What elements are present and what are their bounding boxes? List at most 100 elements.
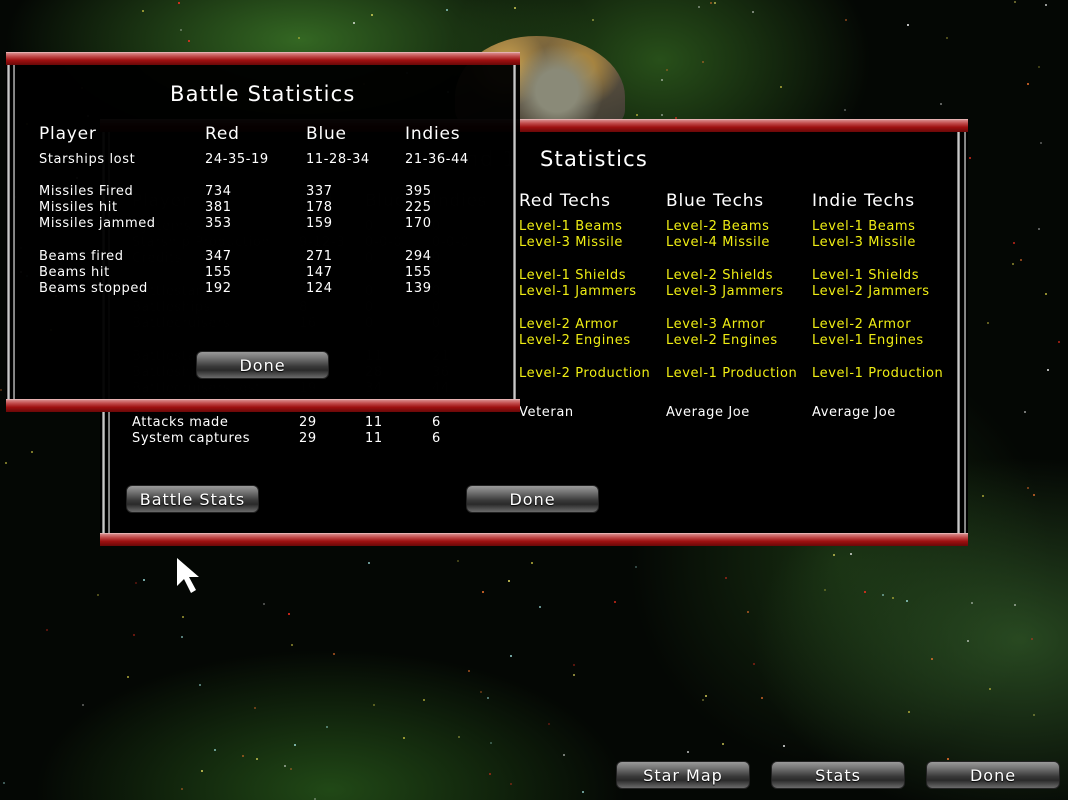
- header-indies: Indies: [405, 124, 461, 144]
- blue-tech-item: Level-3 Jammers: [666, 284, 784, 299]
- star: [908, 711, 910, 713]
- star: [702, 61, 704, 63]
- star: [181, 788, 183, 790]
- star: [508, 580, 510, 582]
- star: [710, 2, 712, 4]
- header-player: Player: [39, 124, 97, 144]
- star: [490, 742, 492, 744]
- star: [1031, 638, 1033, 640]
- star: [178, 2, 180, 4]
- star: [725, 577, 727, 579]
- star: [780, 86, 782, 88]
- star: [752, 11, 754, 13]
- star: [982, 495, 984, 497]
- battle-stat-value: 124: [306, 281, 333, 296]
- stat-value: 11: [365, 431, 383, 446]
- star: [573, 674, 575, 676]
- battle-stat-label: Missiles jammed: [39, 216, 156, 231]
- star: [254, 707, 256, 709]
- star: [487, 697, 489, 699]
- star: [573, 664, 575, 666]
- star: [46, 629, 48, 631]
- star: [353, 22, 355, 24]
- star: [989, 688, 991, 690]
- star: [468, 670, 470, 672]
- star: [242, 755, 244, 757]
- battle-stat-value: 192: [205, 281, 232, 296]
- star: [446, 9, 448, 11]
- battle-stat-label: Beams stopped: [39, 281, 148, 296]
- star: [1033, 494, 1035, 496]
- battle-stat-value: 21-36-44: [405, 152, 469, 167]
- indie-tech-item: Level-2 Jammers: [812, 284, 930, 299]
- star: [201, 770, 203, 772]
- star: [714, 2, 716, 4]
- star: [3, 782, 5, 784]
- star: [263, 603, 265, 605]
- red-tech-item: Level-2 Armor: [519, 317, 619, 332]
- star: [368, 562, 370, 564]
- indie-tech-item: Level-3 Missile: [812, 235, 917, 250]
- stats-button[interactable]: Stats: [771, 761, 905, 789]
- star: [636, 114, 638, 116]
- star: [1013, 242, 1015, 244]
- star: [294, 744, 296, 746]
- battle-stat-value: 170: [405, 216, 432, 231]
- panel-left-edge-inner: [13, 65, 15, 399]
- battle-stat-label: Missiles Fired: [39, 184, 134, 199]
- red-tech-item: Level-2 Engines: [519, 333, 631, 348]
- star: [563, 754, 565, 756]
- battle-stat-label: Beams fired: [39, 249, 124, 264]
- star: [1014, 1, 1016, 3]
- star: [702, 699, 704, 701]
- stat-label-attacks-made: Attacks made: [132, 415, 229, 430]
- battle-title: Battle Statistics: [170, 82, 356, 106]
- red-tech-item: Level-1 Beams: [519, 219, 623, 234]
- stat-value: 29: [299, 415, 317, 430]
- star: [0, 389, 2, 391]
- star-map-button[interactable]: Star Map: [616, 761, 750, 789]
- star: [510, 655, 512, 657]
- blue-tech-item: Level-4 Missile: [666, 235, 771, 250]
- star: [288, 613, 290, 615]
- star: [482, 591, 484, 593]
- blue-tech-item: Level-2 Shields: [666, 268, 774, 283]
- star: [548, 723, 550, 725]
- red-tech-item: Level-3 Missile: [519, 235, 624, 250]
- star: [940, 103, 942, 105]
- star: [783, 745, 785, 747]
- stat-value: 6: [432, 431, 441, 446]
- star: [180, 29, 182, 31]
- stat-value: 6: [432, 415, 441, 430]
- star: [824, 589, 826, 591]
- star: [133, 634, 135, 636]
- stat-value: 11: [365, 415, 383, 430]
- indie-tech-item: Level-2 Armor: [812, 317, 912, 332]
- star: [371, 14, 373, 16]
- red-rank: Veteran: [519, 405, 574, 420]
- star: [635, 566, 637, 568]
- star: [845, 19, 847, 21]
- star: [1020, 259, 1022, 261]
- done-button[interactable]: Done: [926, 761, 1060, 789]
- star: [510, 783, 512, 785]
- star: [5, 462, 7, 464]
- star: [135, 582, 137, 584]
- red-tech-item: Level-1 Jammers: [519, 284, 637, 299]
- indie-tech-item: Level-1 Shields: [812, 268, 920, 283]
- battle-done-button[interactable]: Done: [196, 351, 329, 379]
- star: [850, 553, 852, 555]
- battle-stat-value: 139: [405, 281, 432, 296]
- battle-stat-value: 294: [405, 249, 432, 264]
- star: [333, 653, 335, 655]
- star: [290, 768, 292, 770]
- battle-stats-button[interactable]: Battle Stats: [126, 485, 259, 513]
- indie-tech-item: Level-1 Engines: [812, 333, 924, 348]
- star: [1024, 411, 1026, 413]
- mouse-cursor-icon: [177, 558, 199, 593]
- round-done-button[interactable]: Done: [466, 485, 599, 513]
- battle-stat-value: 147: [306, 265, 333, 280]
- star: [214, 749, 216, 751]
- star: [373, 704, 375, 706]
- star: [1033, 714, 1035, 716]
